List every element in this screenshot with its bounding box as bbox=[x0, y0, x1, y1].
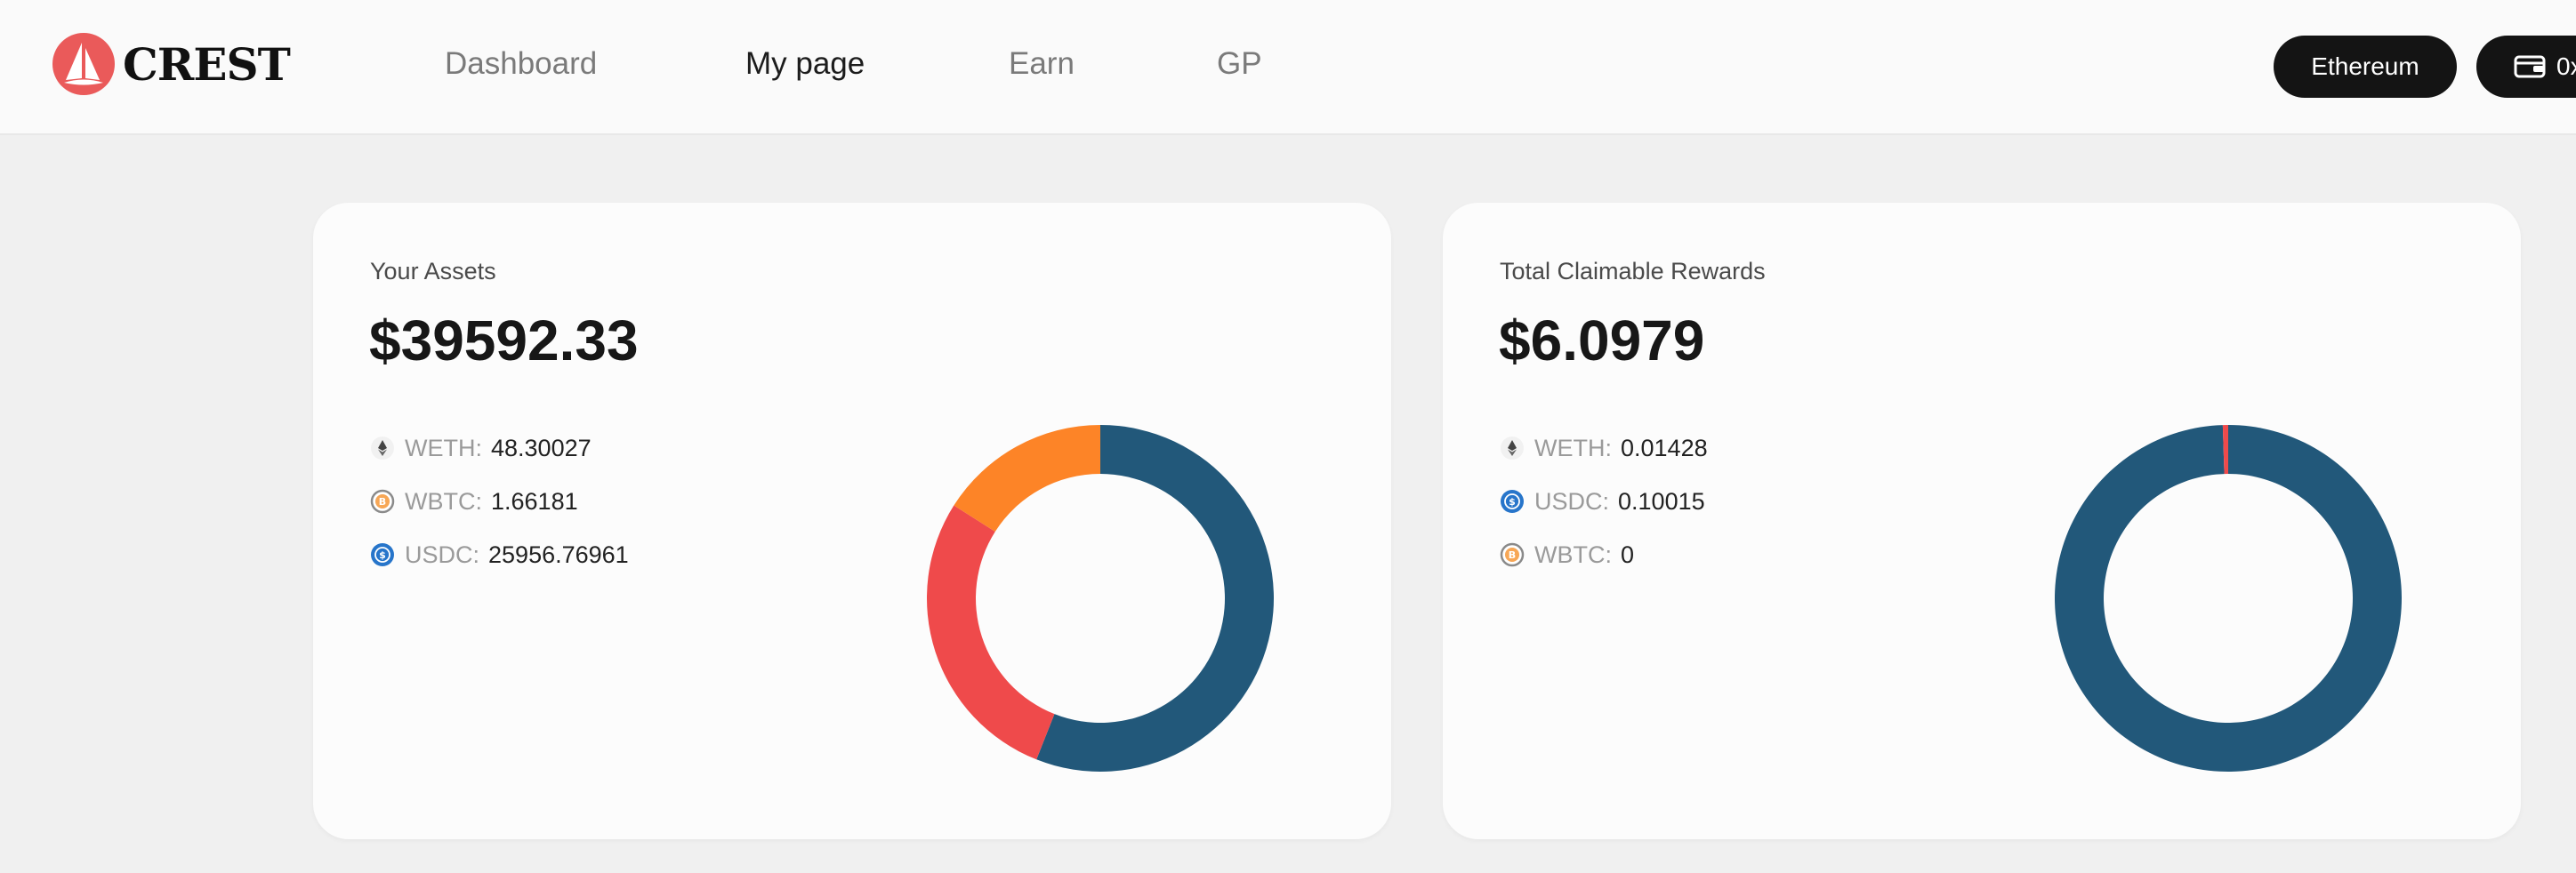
bitcoin-icon: B bbox=[1500, 542, 1525, 567]
usdc-icon: $ bbox=[371, 543, 394, 566]
top-navigation-bar: CREST Dashboard My page Earn GP Ethereum… bbox=[0, 0, 2576, 135]
asset-symbol: USDC: bbox=[405, 541, 480, 568]
donut-slice-weth bbox=[954, 425, 1100, 532]
nav-dashboard[interactable]: Dashboard bbox=[445, 0, 597, 128]
usdc-icon: $ bbox=[1501, 490, 1524, 513]
nav-gp[interactable]: GP bbox=[1217, 0, 1262, 128]
wallet-button[interactable]: 0x bbox=[2476, 36, 2576, 98]
ethereum-icon bbox=[1501, 436, 1524, 460]
reward-row-usdc: $ USDC: 0.10015 bbox=[1500, 475, 1708, 528]
claimable-rewards-card: Total Claimable Rewards $6.0979 WETH: 0.… bbox=[1443, 203, 2521, 839]
card-title: Total Claimable Rewards bbox=[1500, 258, 1766, 284]
reward-row-weth: WETH: 0.01428 bbox=[1500, 421, 1708, 475]
reward-list: WETH: 0.01428 $ USDC: 0.10015 B WBTC: 0 bbox=[1500, 421, 1708, 581]
asset-value: 0.01428 bbox=[1621, 434, 1708, 461]
asset-symbol: WBTC: bbox=[1534, 541, 1612, 568]
total-rewards-value: $6.0979 bbox=[1499, 308, 1705, 372]
donut-slice-wbtc bbox=[927, 505, 1055, 760]
network-selector-button[interactable]: Ethereum bbox=[2274, 36, 2457, 98]
asset-value: 48.30027 bbox=[491, 434, 592, 461]
asset-value: 0 bbox=[1621, 541, 1635, 568]
asset-row-weth: WETH: 48.30027 bbox=[370, 421, 629, 475]
nav-earn[interactable]: Earn bbox=[1009, 0, 1075, 128]
total-assets-value: $39592.33 bbox=[369, 308, 639, 372]
asset-symbol: WETH: bbox=[1534, 434, 1612, 461]
asset-list: WETH: 48.30027 B WBTC: 1.66181 $ USDC: 2… bbox=[370, 421, 629, 581]
wallet-icon bbox=[2514, 55, 2546, 78]
nav-my-page[interactable]: My page bbox=[745, 0, 865, 128]
rewards-donut-chart bbox=[2055, 425, 2402, 772]
svg-text:B: B bbox=[379, 496, 386, 508]
bitcoin-icon: B bbox=[370, 489, 395, 514]
svg-text:B: B bbox=[1509, 549, 1516, 561]
reward-row-wbtc: B WBTC: 0 bbox=[1500, 528, 1708, 581]
asset-value: 25956.76961 bbox=[488, 541, 629, 568]
asset-value: 0.10015 bbox=[1618, 487, 1705, 515]
crest-logo-icon bbox=[52, 33, 115, 95]
crest-logo[interactable]: CREST bbox=[52, 30, 291, 98]
card-title: Your Assets bbox=[370, 258, 496, 284]
donut-slice-usdc bbox=[2055, 425, 2402, 772]
svg-text:$: $ bbox=[1509, 496, 1516, 508]
brand-name: CREST bbox=[123, 37, 291, 91]
asset-value: 1.66181 bbox=[491, 487, 578, 515]
asset-symbol: WBTC: bbox=[405, 487, 482, 515]
svg-text:$: $ bbox=[379, 549, 386, 561]
your-assets-card: Your Assets $39592.33 WETH: 48.30027 B W… bbox=[313, 203, 1391, 839]
wallet-address: 0x bbox=[2556, 52, 2576, 80]
asset-row-wbtc: B WBTC: 1.66181 bbox=[370, 475, 629, 528]
asset-row-usdc: $ USDC: 25956.76961 bbox=[370, 528, 629, 581]
asset-symbol: WETH: bbox=[405, 434, 482, 461]
assets-donut-chart bbox=[927, 425, 1274, 772]
asset-symbol: USDC: bbox=[1534, 487, 1610, 515]
ethereum-icon bbox=[371, 436, 394, 460]
